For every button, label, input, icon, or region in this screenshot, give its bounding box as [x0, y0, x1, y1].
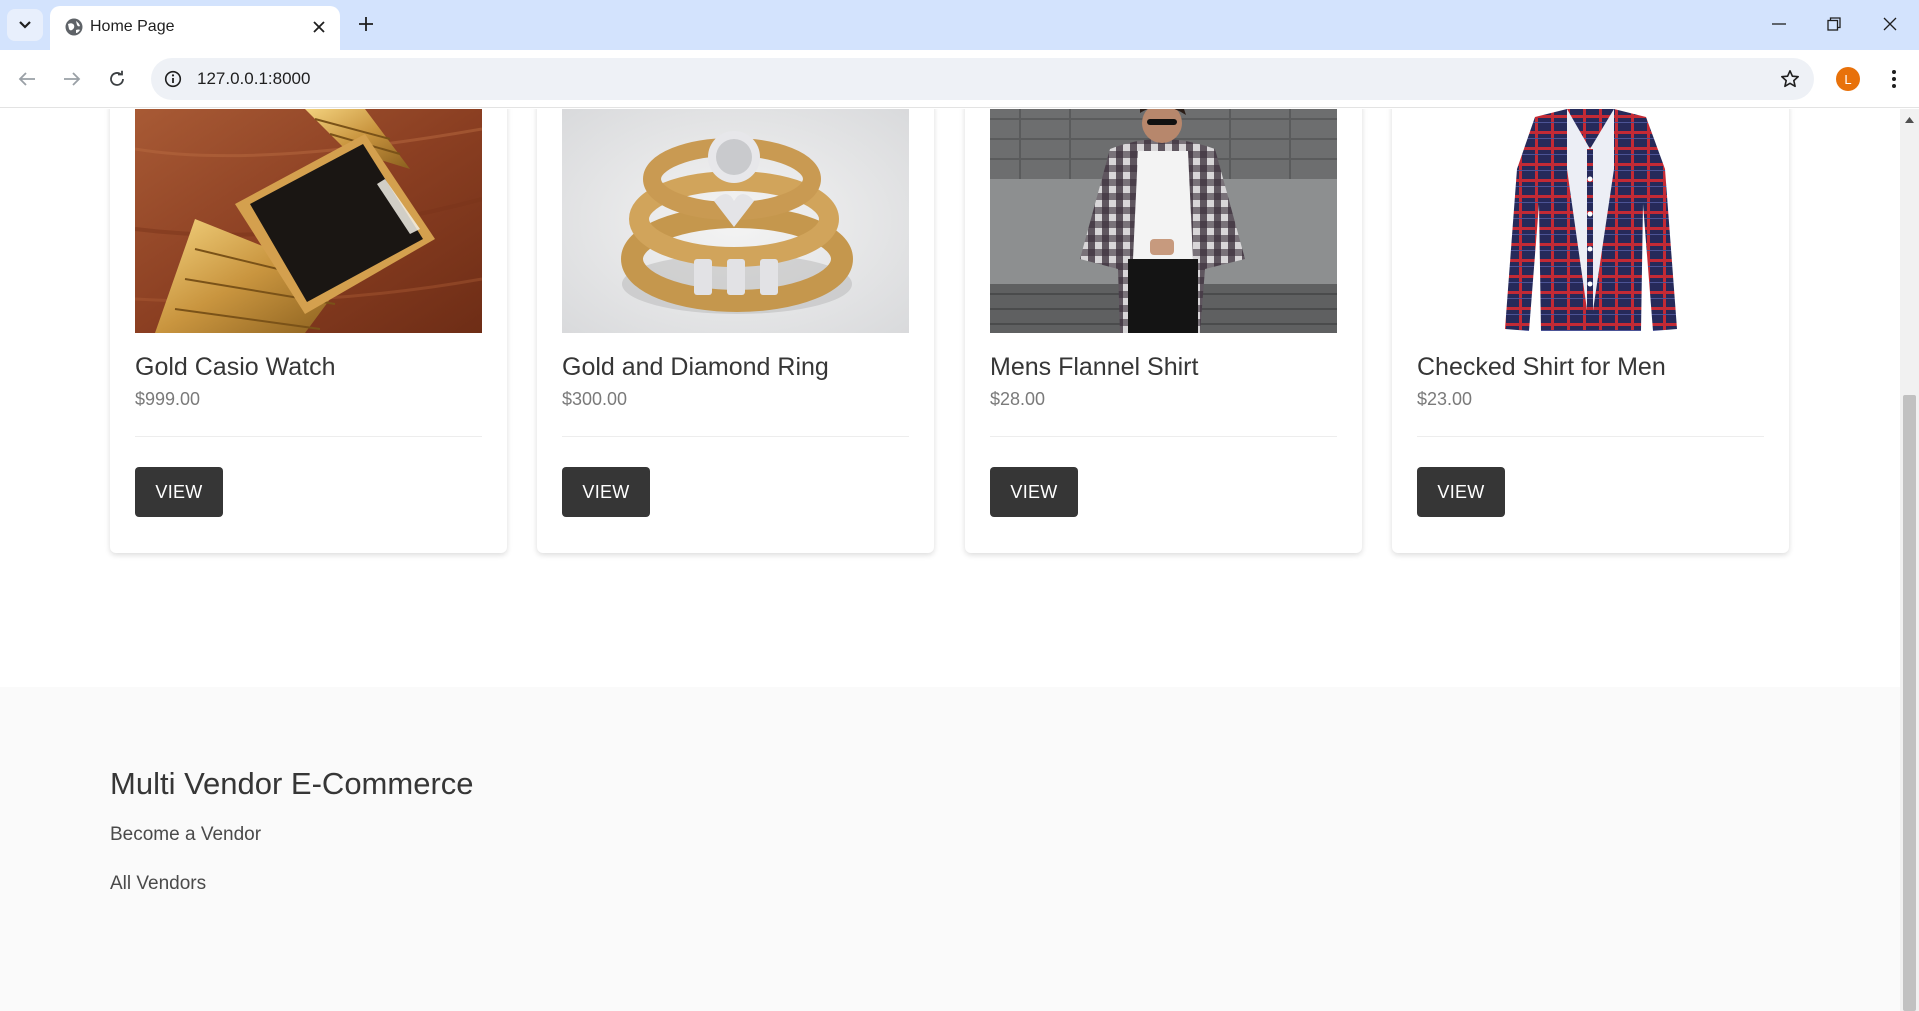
reload-button[interactable] — [100, 62, 134, 96]
card-divider — [135, 436, 482, 437]
triangle-up-icon — [1905, 117, 1914, 123]
view-product-button[interactable]: VIEW — [135, 467, 223, 517]
browser-toolbar: 127.0.0.1:8000 L — [0, 50, 1919, 108]
product-name: Gold and Diamond Ring — [562, 353, 829, 381]
chevron-down-icon — [19, 21, 31, 29]
product-name: Mens Flannel Shirt — [990, 353, 1199, 381]
profile-avatar[interactable]: L — [1836, 67, 1860, 91]
card-divider — [990, 436, 1337, 437]
become-vendor-link[interactable]: Become a Vendor — [110, 823, 261, 847]
back-button[interactable] — [10, 62, 44, 96]
address-bar[interactable]: 127.0.0.1:8000 — [151, 58, 1814, 100]
tab-title: Home Page — [90, 18, 175, 35]
tab-close-button[interactable] — [308, 16, 330, 38]
product-card: Mens Flannel Shirt $28.00 VIEW — [965, 109, 1362, 553]
product-price: $28.00 — [990, 389, 1046, 409]
site-info-button[interactable] — [161, 67, 185, 91]
url-text[interactable]: 127.0.0.1:8000 — [197, 69, 310, 89]
page-viewport: Gold Casio Watch $999.00 VIEW Gold and D… — [0, 109, 1900, 1011]
restore-button[interactable] — [1806, 0, 1862, 48]
product-card: Gold Casio Watch $999.00 VIEW — [110, 109, 507, 553]
browser-tab-strip: Home Page — [0, 0, 1919, 50]
card-divider — [562, 436, 909, 437]
bookmark-button[interactable] — [1778, 67, 1802, 91]
product-name: Checked Shirt for Men — [1417, 353, 1666, 381]
restore-icon — [1827, 17, 1841, 31]
product-name: Gold Casio Watch — [135, 353, 336, 381]
minimize-icon — [1772, 23, 1786, 25]
info-icon — [164, 70, 182, 88]
all-vendors-link[interactable]: All Vendors — [110, 872, 206, 896]
product-image-flannel[interactable] — [990, 109, 1337, 333]
product-price: $999.00 — [135, 389, 201, 409]
view-product-button[interactable]: VIEW — [1417, 467, 1505, 517]
card-divider — [1417, 436, 1764, 437]
new-tab-button[interactable] — [352, 10, 380, 38]
star-icon — [1781, 70, 1799, 88]
view-product-button[interactable]: VIEW — [990, 467, 1078, 517]
checked-shirt-photo — [1417, 109, 1764, 333]
plus-icon — [359, 17, 373, 31]
forward-button[interactable] — [55, 62, 89, 96]
product-price: $23.00 — [1417, 389, 1473, 409]
ring-photo — [562, 109, 909, 333]
browser-menu-button[interactable] — [1880, 64, 1908, 94]
scroll-up-arrow[interactable] — [1900, 113, 1919, 127]
close-icon — [313, 21, 325, 33]
product-image-checked-shirt[interactable] — [1417, 109, 1764, 333]
arrow-left-icon — [18, 72, 35, 86]
globe-icon — [65, 18, 83, 36]
product-grid: Gold Casio Watch $999.00 VIEW Gold and D… — [110, 109, 1790, 554]
product-card: Gold and Diamond Ring $300.00 VIEW — [537, 109, 934, 553]
active-tab[interactable]: Home Page — [50, 6, 340, 50]
minimize-button[interactable] — [1751, 0, 1807, 48]
reload-icon — [110, 70, 124, 86]
product-card: Checked Shirt for Men $23.00 VIEW — [1392, 109, 1789, 553]
page-scrollbar[interactable] — [1900, 109, 1919, 1011]
close-window-button[interactable] — [1862, 0, 1918, 48]
product-image-watch[interactable] — [135, 109, 482, 333]
close-icon — [1883, 17, 1897, 31]
more-vert-icon — [1892, 70, 1896, 88]
site-footer: Multi Vendor E-Commerce Become a Vendor … — [0, 687, 1900, 1011]
product-image-ring[interactable] — [562, 109, 909, 333]
view-product-button[interactable]: VIEW — [562, 467, 650, 517]
flannel-photo — [990, 109, 1337, 333]
tab-search-button[interactable] — [7, 9, 43, 41]
product-price: $300.00 — [562, 389, 628, 409]
arrow-right-icon — [64, 72, 81, 86]
footer-title: Multi Vendor E-Commerce — [110, 766, 474, 801]
scrollbar-thumb[interactable] — [1903, 395, 1916, 1011]
watch-photo — [135, 109, 482, 333]
